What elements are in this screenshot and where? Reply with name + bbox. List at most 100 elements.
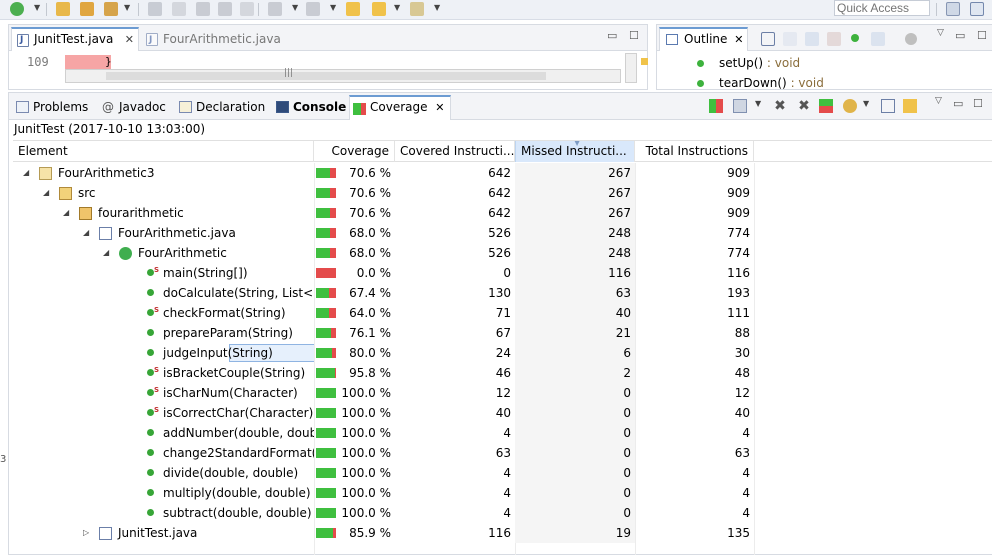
quick-access-input[interactable] [834,0,930,16]
vertical-scrollbar[interactable] [625,53,637,83]
table-row[interactable]: Smain(String[]) 0.0 % 0 116 116 [13,263,992,283]
block-select-icon[interactable] [218,2,232,16]
forward-dropdown-icon[interactable]: ▼ [434,3,440,12]
dump-dropdown-icon[interactable]: ▼ [863,99,869,108]
import-session-icon[interactable] [733,99,747,113]
sort-icon[interactable] [783,32,797,46]
open-perspective-icon[interactable] [946,2,960,16]
table-row[interactable]: ▷ JunitTest.java 85.9 % 116 19 135 [13,523,992,543]
close-icon[interactable]: ✕ [435,97,444,118]
tab-javadoc[interactable]: @ Javadoc [99,96,166,118]
hide-static-icon[interactable] [827,32,841,46]
editor-area: JunitTest.java ✕ FourArithmetic.java ▭ ☐… [8,24,648,90]
tab-junittest-java[interactable]: JunitTest.java ✕ [11,27,139,51]
expand-down-icon[interactable]: ◢ [43,183,49,203]
column-header-total-instructions[interactable]: Total Instructions [635,141,754,162]
back-arrow-icon[interactable] [372,2,386,16]
back-dropdown-icon[interactable]: ▼ [394,3,400,12]
collapse-all-icon[interactable] [761,32,775,46]
tab-fourarithmetic-java[interactable]: FourArithmetic.java [141,28,291,51]
table-row[interactable]: prepareParam(String) 76.1 % 67 21 88 [13,323,992,343]
search-icon[interactable] [196,2,210,16]
maximize-icon[interactable]: ☐ [977,29,987,42]
table-row[interactable]: ◢ FourArithmetic3 70.6 % 642 267 909 [13,163,992,183]
edit-pen-icon[interactable] [104,2,118,16]
tab-coverage[interactable]: Coverage ✕ [349,95,451,120]
collapse-all-icon[interactable] [881,99,895,113]
table-row[interactable]: divide(double, double) 100.0 % 4 0 4 [13,463,992,483]
table-row[interactable]: subtract(double, double) 100.0 % 4 0 4 [13,503,992,523]
view-menu-icon[interactable]: ▽ [935,96,942,106]
hide-local-types-icon[interactable] [871,32,885,46]
relaunch-coverage-icon[interactable] [709,99,723,113]
table-row[interactable]: SisCorrectChar(Character) 100.0 % 40 0 40 [13,403,992,423]
edit-dropdown-icon[interactable]: ▼ [124,3,130,12]
pen-icon[interactable] [172,2,186,16]
close-icon[interactable]: ✕ [125,29,134,50]
link-with-selection-icon[interactable] [903,99,917,113]
run-dropdown-icon[interactable]: ▼ [34,3,40,12]
minimize-icon[interactable]: ▭ [607,29,617,42]
outline-item-teardown[interactable]: tearDown() : void [697,76,824,89]
paragraph-icon[interactable] [240,2,254,16]
table-row[interactable]: doCalculate(String, List<Do 67.4 % 130 63 19… [13,283,992,303]
column-header-coverage[interactable]: Coverage [314,141,395,162]
table-row[interactable]: ScheckFormat(String) 64.0 % 71 40 111 [13,303,992,323]
tab-declaration[interactable]: Declaration [176,96,265,118]
next-annotation-icon[interactable] [268,2,282,16]
link-editor-icon[interactable] [905,33,917,45]
tab-console[interactable]: Console [273,96,346,118]
forward-arrow-icon[interactable] [410,2,424,16]
table-row[interactable]: ◢ FourArithmetic.java 68.0 % 526 248 774 [13,223,992,243]
table-row[interactable]: SisCharNum(Character) 100.0 % 12 0 12 [13,383,992,403]
close-icon[interactable]: ✕ [734,29,743,50]
run-icon[interactable] [10,2,24,16]
minimize-icon[interactable]: ▭ [955,29,965,42]
hide-fields-icon[interactable] [805,32,819,46]
expand-down-icon[interactable]: ◢ [23,163,29,183]
java-perspective-icon[interactable] [970,2,984,16]
table-row[interactable]: change2StandardFormat(St 100.0 % 63 0 63 [13,443,992,463]
maximize-icon[interactable]: ☐ [629,29,639,42]
remove-all-sessions-icon[interactable]: ✖ [797,99,811,113]
open-project-icon[interactable] [80,2,94,16]
expand-down-icon[interactable]: ◢ [103,243,109,263]
hide-nonpublic-icon[interactable] [851,34,859,42]
overview-ruler-marker[interactable] [641,58,648,65]
collapse-right-icon[interactable]: ▷ [83,523,89,543]
tab-problems[interactable]: Problems [13,96,88,118]
public-method-icon [147,289,154,296]
view-menu-icon[interactable]: ▽ [937,28,944,38]
outline-item-setup[interactable]: setUp() : void [697,56,800,70]
scrollbar-thumb[interactable] [106,72,546,80]
maximize-icon[interactable]: ☐ [973,97,983,110]
merge-sessions-icon[interactable] [819,99,833,113]
horizontal-scrollbar[interactable]: ||| [65,68,621,83]
tab-outline[interactable]: Outline ✕ [659,27,749,51]
element-cell: ▷ JunitTest.java [13,523,314,543]
table-row[interactable]: SisBracketCouple(String) 95.8 % 46 2 48 [13,363,992,383]
column-header-missed-instructions[interactable]: ▼ Missed Instructi... [515,141,635,162]
element-name: prepareParam(String) [163,326,293,340]
last-edit-location-icon[interactable] [346,2,360,16]
prev-annotation-dropdown-icon[interactable]: ▼ [330,3,336,12]
dump-execution-data-icon[interactable] [843,99,857,113]
covered-bar-segment [316,408,336,418]
table-row[interactable]: ◢ fourarithmetic 70.6 % 642 267 909 [13,203,992,223]
table-row[interactable]: multiply(double, double) 100.0 % 4 0 4 [13,483,992,503]
column-header-element[interactable]: Element [13,141,314,162]
open-folder-icon[interactable] [56,2,70,16]
minimize-icon[interactable]: ▭ [953,97,963,110]
table-row[interactable]: addNumber(double, double 100.0 % 4 0 4 [13,423,992,443]
expand-down-icon[interactable]: ◢ [63,203,69,223]
table-row[interactable]: ◢ FourArithmetic 68.0 % 526 248 774 [13,243,992,263]
remove-session-icon[interactable]: ✖ [773,99,787,113]
next-annotation-dropdown-icon[interactable]: ▼ [292,3,298,12]
prev-annotation-icon[interactable] [306,2,320,16]
expand-down-icon[interactable]: ◢ [83,223,89,243]
session-dropdown-icon[interactable]: ▼ [755,99,761,108]
toggle-mark-icon[interactable] [148,2,162,16]
table-row[interactable]: judgeInput(String) 80.0 % 24 6 30 [13,343,992,363]
column-header-covered-instructions[interactable]: Covered Instructi... [395,141,515,162]
table-row[interactable]: ◢ src 70.6 % 642 267 909 [13,183,992,203]
